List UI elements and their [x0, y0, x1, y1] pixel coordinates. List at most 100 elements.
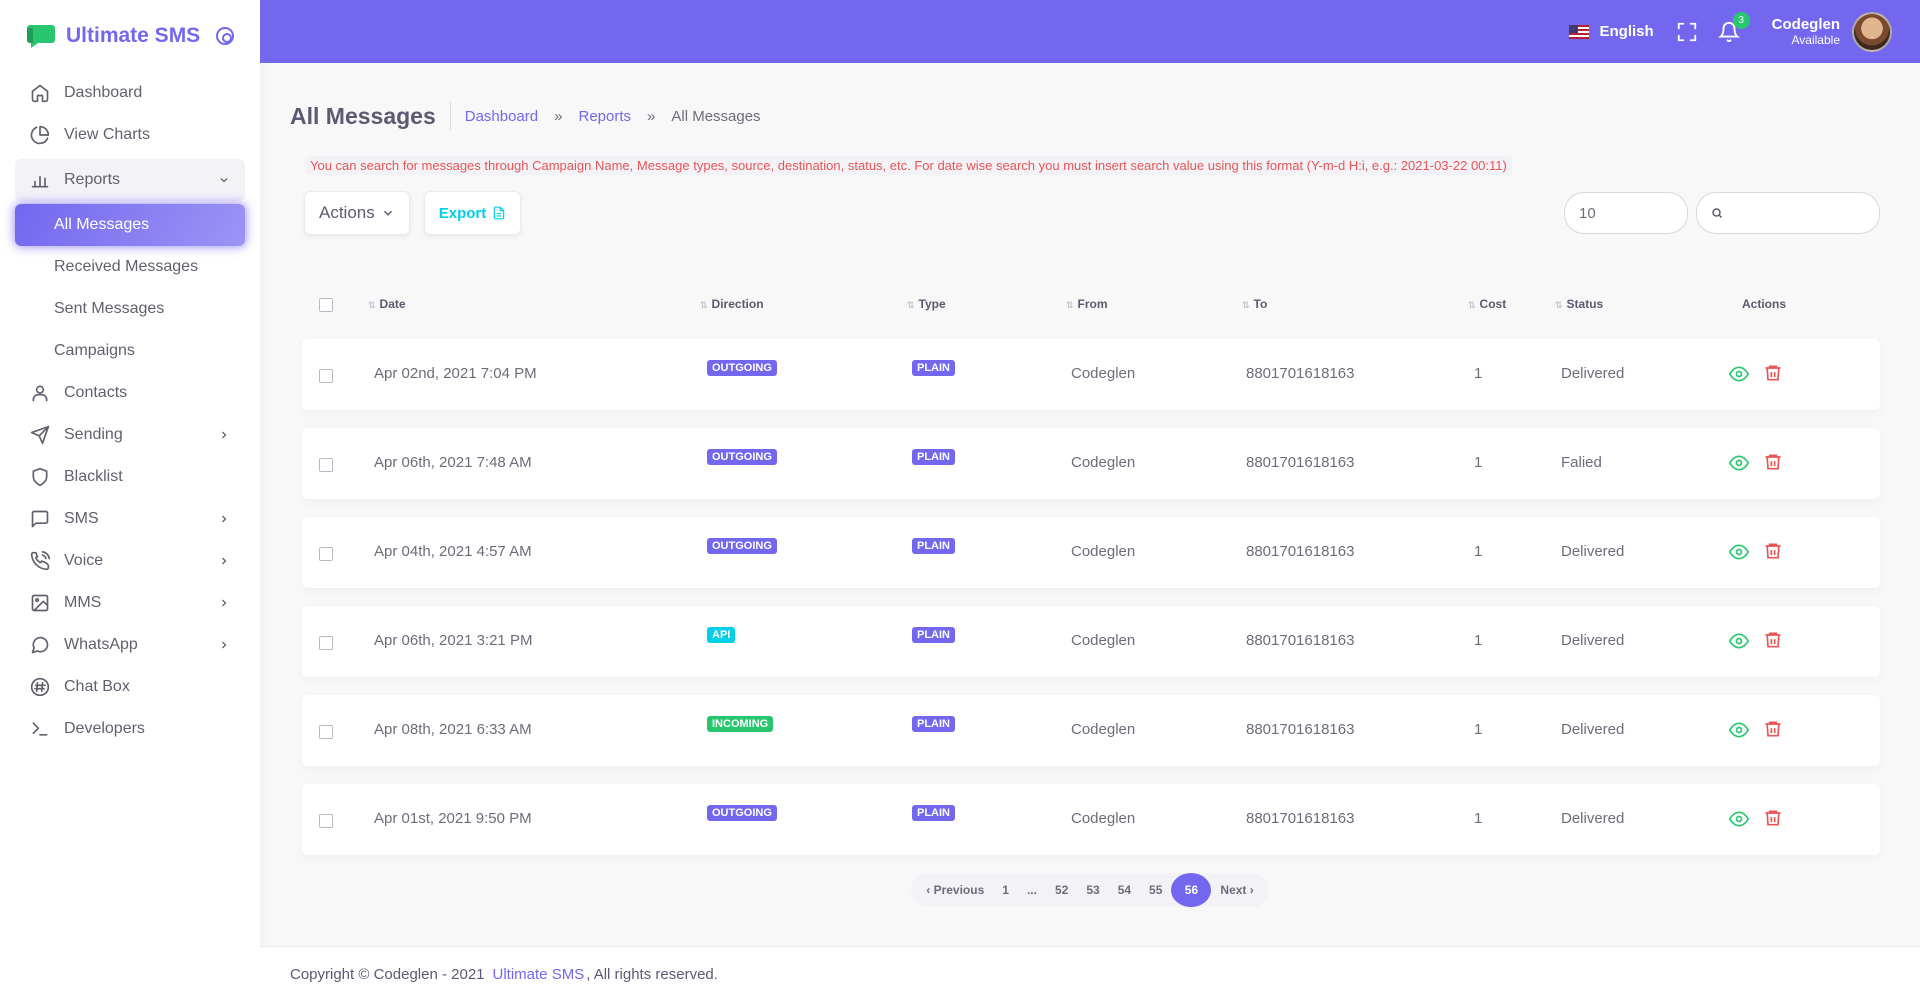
user-info[interactable]: Codeglen Available: [1772, 16, 1840, 47]
cell-cost: 1: [1474, 721, 1483, 738]
pagination-page[interactable]: 54: [1109, 873, 1140, 907]
terminal-icon-wrap: [30, 719, 50, 739]
cell-to: 8801701618163: [1246, 632, 1355, 649]
sidebar-item-label: SMS: [64, 510, 99, 527]
eye-icon[interactable]: [1729, 364, 1749, 384]
chevron-down-icon: [220, 178, 228, 183]
search-help-notice: You can search for messages through Camp…: [305, 156, 1512, 175]
cell-to: 8801701618163: [1246, 454, 1355, 471]
page-title: All Messages: [290, 102, 451, 130]
table-row: Apr 02nd, 2021 7:04 PM OUTGOING PLAIN Codeg…: [302, 339, 1880, 410]
sidebar-item-whatsapp[interactable]: WhatsApp: [15, 624, 245, 666]
footer-rights: , All rights reserved.: [586, 965, 718, 983]
pagination-next[interactable]: Next ›: [1211, 873, 1262, 907]
eye-icon[interactable]: [1729, 631, 1749, 651]
pagination-page[interactable]: 55: [1140, 873, 1171, 907]
sidebar-item-blacklist[interactable]: Blacklist: [15, 456, 245, 498]
sidebar-nav: Dashboard View Charts Reports All Messages R…: [0, 72, 260, 750]
brand-logo-icon: [27, 25, 55, 48]
send-icon-wrap: [30, 425, 50, 445]
type-badge: PLAIN: [912, 805, 955, 821]
trash-icon[interactable]: [1763, 452, 1783, 472]
sidebar-subitem-received-messages[interactable]: Received Messages: [15, 246, 245, 288]
column-header-to[interactable]: ⇅ To: [1242, 297, 1267, 311]
column-header-type[interactable]: ⇅ Type: [907, 297, 946, 311]
breadcrumb-dashboard[interactable]: Dashboard: [465, 108, 538, 125]
pagination: ‹ Previous 1... 52 53 54 55 56 Next ›: [260, 873, 1920, 907]
column-header-date[interactable]: ⇅ Date: [368, 297, 406, 311]
trash-icon[interactable]: [1763, 630, 1783, 650]
search-input[interactable]: [1696, 192, 1880, 234]
sidebar-item-contacts[interactable]: Contacts: [15, 372, 245, 414]
sidebar-item-voice[interactable]: Voice: [15, 540, 245, 582]
sidebar-subitem-sent-messages[interactable]: Sent Messages: [15, 288, 245, 330]
cell-from: Codeglen: [1071, 810, 1136, 827]
column-header-from[interactable]: ⇅ From: [1066, 297, 1108, 311]
sidebar-item-dashboard[interactable]: Dashboard: [15, 72, 245, 114]
sidebar-item-mms[interactable]: MMS: [15, 582, 245, 624]
cell-date: Apr 06th, 2021 3:21 PM: [374, 632, 533, 649]
row-checkbox[interactable]: [319, 369, 333, 383]
sidebar-item-sending[interactable]: Sending: [15, 414, 245, 456]
table-row: Apr 06th, 2021 3:21 PM API PLAIN Codeglen 88…: [302, 606, 1880, 677]
breadcrumb-separator: »: [647, 107, 656, 125]
pagination-page[interactable]: 52: [1046, 873, 1077, 907]
status-text: Delivered: [1561, 810, 1625, 827]
sidebar-item-view-charts[interactable]: View Charts: [15, 114, 245, 156]
sidebar-item-reports[interactable]: Reports: [15, 159, 245, 201]
pagination-page: ...: [1026, 883, 1037, 897]
pagination-page[interactable]: 1: [993, 873, 1018, 907]
column-header-direction[interactable]: ⇅ Direction: [700, 297, 764, 311]
select-all-checkbox[interactable]: [319, 298, 333, 312]
table-header: ⇅ Date ⇅ Direction ⇅ Type ⇅ From ⇅ To ⇅ Cost ⇅…: [260, 285, 1920, 325]
cell-date: Apr 01st, 2021 9:50 PM: [374, 810, 532, 827]
eye-icon[interactable]: [1729, 453, 1749, 473]
sidebar-subitem-all-messages[interactable]: All Messages: [15, 204, 245, 246]
eye-icon[interactable]: [1729, 542, 1749, 562]
sidebar-item-sms[interactable]: SMS: [15, 498, 245, 540]
sidebar-item-developers[interactable]: Developers: [15, 708, 245, 750]
column-header-cost[interactable]: ⇅ Cost: [1468, 297, 1506, 311]
actions-dropdown-button[interactable]: Actions: [304, 191, 410, 235]
eye-icon[interactable]: [1729, 809, 1749, 829]
messages-table-body: Apr 02nd, 2021 7:04 PM OUTGOING PLAIN Codeg…: [260, 339, 1920, 855]
direction-badge: OUTGOING: [707, 449, 777, 465]
page-length-select[interactable]: 10: [1564, 192, 1688, 234]
avatar[interactable]: [1852, 11, 1892, 52]
trash-icon[interactable]: [1763, 363, 1783, 383]
trash-icon[interactable]: [1763, 719, 1783, 739]
sidebar-subitem-campaigns[interactable]: Campaigns: [15, 330, 245, 372]
export-button[interactable]: Export: [423, 191, 522, 235]
sidebar-toggle-icon[interactable]: [216, 27, 234, 45]
cell-date: Apr 04th, 2021 4:57 AM: [374, 543, 532, 560]
brand[interactable]: Ultimate SMS: [0, 0, 260, 72]
breadcrumb-reports[interactable]: Reports: [578, 108, 631, 125]
bar-chart-icon: [31, 175, 49, 188]
row-checkbox[interactable]: [319, 814, 333, 828]
top-navbar: English 3 Codeglen Available: [260, 0, 1920, 63]
sidebar-item-chat-box[interactable]: Chat Box: [15, 666, 245, 708]
row-checkbox[interactable]: [319, 547, 333, 561]
row-checkbox[interactable]: [319, 725, 333, 739]
shield-icon-wrap: [30, 467, 50, 487]
table-toolbar: Actions Export 10: [260, 189, 1920, 237]
cell-from: Codeglen: [1071, 632, 1136, 649]
chevron-right-icon: [222, 641, 227, 649]
trash-icon[interactable]: [1763, 808, 1783, 828]
notifications-button[interactable]: 3: [1717, 11, 1750, 43]
pagination-page[interactable]: 56: [1171, 873, 1212, 907]
cell-to: 8801701618163: [1246, 721, 1355, 738]
row-checkbox[interactable]: [319, 636, 333, 650]
footer-brand-link[interactable]: Ultimate SMS: [493, 966, 585, 983]
footer-copyright: Copyright © Codeglen - 2021: [290, 965, 485, 983]
language-selector[interactable]: English: [1569, 23, 1654, 40]
pagination-previous[interactable]: ‹ Previous: [917, 873, 993, 907]
trash-icon[interactable]: [1763, 541, 1783, 561]
row-checkbox[interactable]: [319, 458, 333, 472]
sidebar-item-label: Reports: [64, 171, 121, 188]
eye-icon[interactable]: [1729, 720, 1749, 740]
direction-badge: INCOMING: [707, 716, 774, 732]
fullscreen-icon[interactable]: [1676, 21, 1698, 43]
pagination-page[interactable]: 53: [1077, 873, 1108, 907]
column-header-status[interactable]: ⇅ Status: [1555, 297, 1603, 311]
